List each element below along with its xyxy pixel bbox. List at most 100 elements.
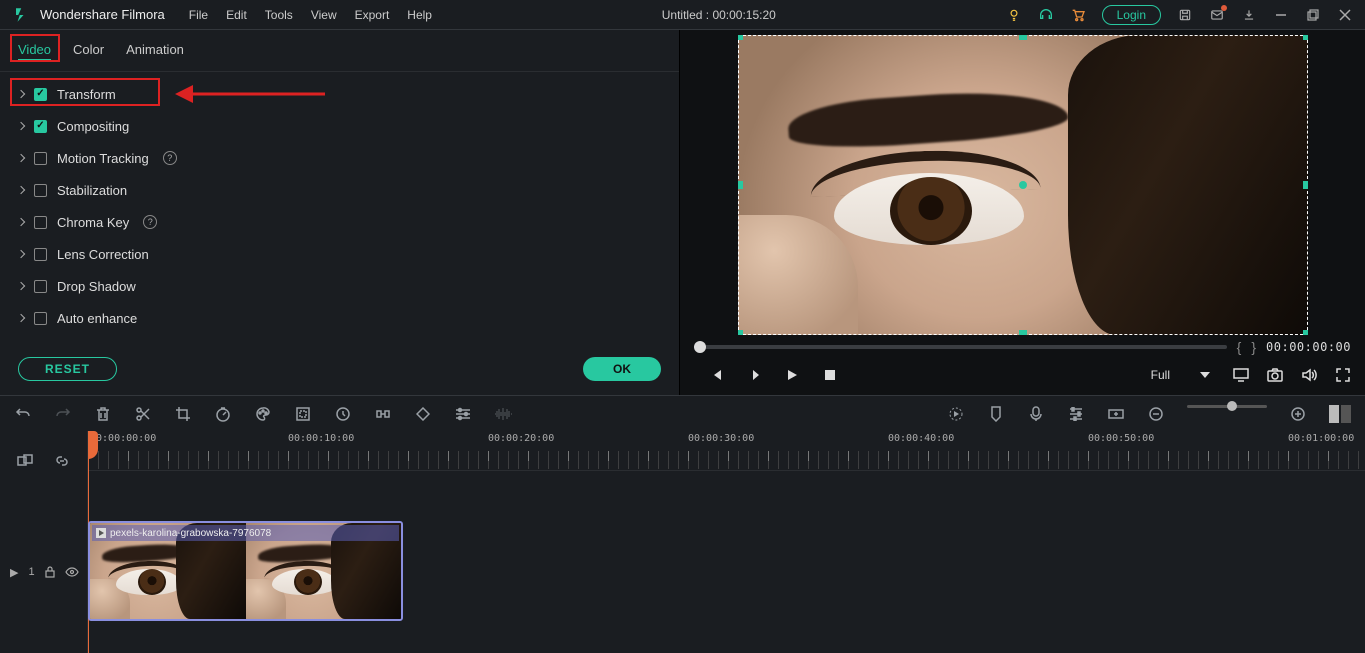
voiceover-icon[interactable]: [1027, 405, 1045, 423]
help-icon[interactable]: ?: [163, 151, 177, 165]
handle-center[interactable]: [1019, 181, 1027, 189]
message-icon[interactable]: [1209, 7, 1225, 23]
match-frame-icon[interactable]: [16, 452, 34, 470]
checkbox-auto-enhance[interactable]: [34, 312, 47, 325]
checkbox-motion-tracking[interactable]: [34, 152, 47, 165]
preview-canvas[interactable]: [688, 34, 1357, 335]
tab-video[interactable]: Video: [18, 40, 51, 61]
checkbox-stabilization[interactable]: [34, 184, 47, 197]
video-clip[interactable]: pexels-karolina-grabowska-7976078: [88, 521, 403, 621]
tab-animation[interactable]: Animation: [126, 40, 184, 61]
speed-icon[interactable]: [214, 405, 232, 423]
ruler-tick: 00:00:50:00: [1088, 433, 1154, 444]
section-auto-enhance[interactable]: Auto enhance: [0, 302, 679, 334]
step-back-button[interactable]: [746, 367, 762, 383]
crop-icon[interactable]: [174, 405, 192, 423]
seek-time: 00:00:00:00: [1266, 340, 1351, 354]
zoom-in-icon[interactable]: [1289, 405, 1307, 423]
menu-view[interactable]: View: [311, 8, 337, 22]
checkbox-compositing[interactable]: [34, 120, 47, 133]
view-mode-toggle[interactable]: [1329, 405, 1351, 423]
adjust-icon[interactable]: [454, 405, 472, 423]
handle-bottom-mid[interactable]: [1019, 330, 1027, 335]
timeline-tracks[interactable]: 00:00:00:00 00:00:10:00 00:00:20:00 00:0…: [88, 431, 1365, 653]
checkbox-transform[interactable]: [34, 88, 47, 101]
login-button[interactable]: Login: [1102, 5, 1161, 25]
lock-icon[interactable]: [45, 566, 55, 578]
menu-help[interactable]: Help: [407, 8, 432, 22]
handle-top-left[interactable]: [738, 35, 743, 40]
video-track[interactable]: pexels-karolina-grabowska-7976078: [88, 521, 1365, 621]
display-icon[interactable]: [1233, 367, 1249, 383]
help-icon[interactable]: ?: [143, 215, 157, 229]
green-screen-icon[interactable]: [294, 405, 312, 423]
cart-icon[interactable]: [1070, 7, 1086, 23]
redo-icon[interactable]: [54, 405, 72, 423]
menu-file[interactable]: File: [189, 8, 208, 22]
section-drop-shadow[interactable]: Drop Shadow: [0, 270, 679, 302]
section-motion-tracking[interactable]: Motion Tracking ?: [0, 142, 679, 174]
undo-icon[interactable]: [14, 405, 32, 423]
fullscreen-icon[interactable]: [1335, 367, 1351, 383]
download-icon[interactable]: [1241, 7, 1257, 23]
tips-icon[interactable]: [1006, 7, 1022, 23]
checkbox-chroma-key[interactable]: [34, 216, 47, 229]
handle-bottom-left[interactable]: [738, 330, 743, 335]
delete-icon[interactable]: [94, 405, 112, 423]
window-maximize-icon[interactable]: [1305, 7, 1321, 23]
seek-track[interactable]: [694, 345, 1227, 349]
transform-selection-box[interactable]: [738, 35, 1308, 335]
reset-button[interactable]: RESET: [18, 357, 117, 381]
support-icon[interactable]: [1038, 7, 1054, 23]
zoom-slider[interactable]: [1187, 405, 1267, 408]
section-transform[interactable]: Transform: [0, 78, 679, 110]
window-close-icon[interactable]: [1337, 7, 1353, 23]
section-stabilization[interactable]: Stabilization: [0, 174, 679, 206]
menu-export[interactable]: Export: [355, 8, 390, 22]
menu-edit[interactable]: Edit: [226, 8, 247, 22]
preview-frame[interactable]: [738, 35, 1308, 335]
handle-mid-left[interactable]: [738, 181, 743, 189]
section-lens-correction[interactable]: Lens Correction: [0, 238, 679, 270]
volume-icon[interactable]: [1301, 367, 1317, 383]
split-icon[interactable]: [134, 405, 152, 423]
zoom-knob[interactable]: [1227, 401, 1237, 411]
tab-color[interactable]: Color: [73, 40, 104, 61]
color-icon[interactable]: [254, 405, 272, 423]
handle-top-mid[interactable]: [1019, 35, 1027, 40]
snapshot-icon[interactable]: [1267, 367, 1283, 383]
section-chroma-key[interactable]: Chroma Key ?: [0, 206, 679, 238]
window-minimize-icon[interactable]: [1273, 7, 1289, 23]
keyframe-icon[interactable]: [414, 405, 432, 423]
prev-frame-button[interactable]: [708, 367, 724, 383]
handle-top-right[interactable]: [1303, 35, 1308, 40]
mark-in-icon[interactable]: {: [1237, 339, 1242, 355]
mark-out-icon[interactable]: }: [1251, 339, 1256, 355]
timeline-ruler[interactable]: 00:00:00:00 00:00:10:00 00:00:20:00 00:0…: [88, 431, 1365, 471]
title-bar: Wondershare Filmora File Edit Tools View…: [0, 0, 1365, 30]
link-icon[interactable]: [53, 452, 71, 470]
section-compositing[interactable]: Compositing: [0, 110, 679, 142]
seek-knob[interactable]: [694, 341, 706, 353]
play-button[interactable]: [784, 367, 800, 383]
marker-icon[interactable]: [987, 405, 1005, 423]
render-icon[interactable]: [947, 405, 965, 423]
preview-panel: { } 00:00:00:00 Full: [680, 30, 1365, 395]
handle-mid-right[interactable]: [1303, 181, 1308, 189]
preview-quality-select[interactable]: Full: [1146, 365, 1215, 385]
add-track-icon[interactable]: [1107, 405, 1125, 423]
checkbox-drop-shadow[interactable]: [34, 280, 47, 293]
zoom-out-icon[interactable]: [1147, 405, 1165, 423]
stop-button[interactable]: [822, 367, 838, 383]
checkbox-lens-correction[interactable]: [34, 248, 47, 261]
mixer-icon[interactable]: [1067, 405, 1085, 423]
eye-icon[interactable]: [65, 567, 79, 577]
motion-track-icon[interactable]: [374, 405, 392, 423]
speed-ramp-icon[interactable]: [334, 405, 352, 423]
audio-icon[interactable]: [494, 405, 512, 423]
handle-bottom-right[interactable]: [1303, 330, 1308, 335]
menu-tools[interactable]: Tools: [265, 8, 293, 22]
caret-icon: [17, 282, 25, 290]
ok-button[interactable]: OK: [583, 357, 661, 381]
save-icon[interactable]: [1177, 7, 1193, 23]
